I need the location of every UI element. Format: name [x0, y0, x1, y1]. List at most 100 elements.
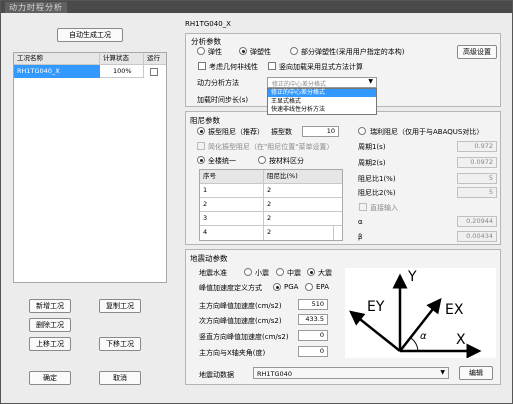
sub-accel-label: 次方向峰值加速度(cm/s2) [199, 317, 282, 325]
period1-label: 周期1(s) [358, 143, 386, 151]
ratio2-label: 阻尼比2(%) [358, 189, 396, 197]
level-label: 地震水准 [199, 269, 227, 277]
alpha-input[interactable]: 0.20944 [457, 216, 497, 227]
small-quake-label: 小震 [255, 269, 269, 277]
elastic-radio[interactable] [197, 47, 205, 55]
by-material-label: 按材料区分 [269, 157, 304, 165]
medium-quake-radio[interactable] [276, 268, 284, 276]
table-cell: 1 [200, 184, 264, 198]
geo-nonlinear-checkbox[interactable] [198, 62, 206, 70]
beta-input[interactable]: 0.00434 [457, 231, 497, 242]
col-header-ratio: 阻尼比(%) [264, 170, 342, 184]
table-cell[interactable]: 2 [264, 212, 342, 226]
table-cell[interactable]: 2 [264, 226, 334, 240]
advanced-settings-button[interactable]: 高级设置 [457, 45, 497, 59]
move-down-button[interactable]: 下移工况 [99, 337, 141, 351]
modal-damping-radio[interactable] [197, 127, 205, 135]
chevron-down-icon: ▼ [440, 369, 445, 376]
vert-accel-input[interactable]: 0 [298, 330, 328, 341]
by-material-radio[interactable] [258, 156, 266, 164]
small-quake-radio[interactable] [244, 268, 252, 276]
rayleigh-radio[interactable] [358, 127, 366, 135]
method-select[interactable]: 修正的中心差分格式 ▼ [267, 77, 377, 88]
damping-table: 序号 阻尼比(%) 1 2 2 2 3 2 4 2 [199, 169, 343, 241]
method-option[interactable]: 快速非线性分析方法 [268, 106, 376, 114]
seismic-data-select[interactable]: RH1TG040 ▼ [253, 367, 449, 379]
ok-button[interactable]: 确定 [29, 371, 71, 385]
simplified-damping-checkbox[interactable] [197, 142, 205, 150]
chevron-down-icon: ▼ [368, 78, 373, 85]
main-accel-label: 主方向峰值加速度(cm/s2) [199, 302, 282, 310]
method-select-value: 修正的中心差分格式 [272, 81, 327, 88]
table-cell: 3 [200, 212, 264, 226]
direct-input-checkbox[interactable] [359, 203, 367, 211]
geo-nonlinear-label: 考虑几何非线性 [209, 63, 258, 71]
ratio2-input[interactable]: 5 [457, 187, 497, 198]
modal-count-label: 振型数 [271, 128, 292, 136]
ratio1-label: 阻尼比1(%) [358, 175, 396, 183]
damping-title: 阻尼参数 [190, 116, 220, 125]
period2-input[interactable]: 0.0972 [457, 157, 497, 168]
large-quake-radio[interactable] [307, 268, 315, 276]
partial-elastoplastic-label: 部分弹塑性(采用用户指定的本构) [301, 48, 405, 56]
period1-input[interactable]: 0.972 [457, 141, 497, 152]
elastic-label: 弹性 [208, 48, 222, 56]
elastoplastic-label: 弹塑性 [250, 48, 271, 56]
delete-case-button[interactable]: 删除工况 [29, 318, 71, 332]
data-label: 地震动数据 [199, 371, 234, 379]
move-up-button[interactable]: 上移工况 [29, 337, 71, 351]
case-name-cell: RH1TG040_X [17, 67, 60, 75]
partial-elastoplastic-radio[interactable] [290, 47, 298, 55]
table-row[interactable]: RH1TG040_X [14, 65, 100, 78]
status-cell-wrap: 100% [100, 65, 144, 78]
pga-radio[interactable] [273, 283, 281, 291]
vert-accel-label: 竖直方向峰值加速度(cm/s2) [199, 333, 289, 341]
uniform-label: 全楼统一 [208, 157, 236, 165]
large-quake-label: 大震 [318, 269, 332, 277]
title-bar: 动力时程分析 [1, 1, 512, 13]
epa-radio[interactable] [305, 283, 313, 291]
pga-label: PGA [284, 283, 299, 291]
seismic-title: 地震动参数 [190, 254, 228, 263]
rayleigh-label: 瑞利阻尼（仅用于与ABAQUS对比） [370, 128, 484, 136]
alpha-angle-label: α [420, 331, 427, 342]
main-accel-input[interactable]: 510 [298, 299, 328, 310]
vertical-load-checkbox[interactable] [268, 62, 276, 70]
table-cell[interactable]: 2 [264, 184, 342, 198]
alpha-label: α [358, 218, 363, 226]
analysis-title: 分析参数 [191, 37, 221, 46]
status-cell: 100% [113, 67, 132, 75]
ratio1-input[interactable]: 5 [457, 173, 497, 184]
direction-diagram: Y EY EX X α [345, 268, 496, 358]
col-header-status: 计算状态 [100, 53, 144, 65]
modal-count-input[interactable]: 10 [302, 126, 339, 137]
elastoplastic-radio[interactable] [239, 47, 247, 55]
cancel-button[interactable]: 取消 [99, 371, 141, 385]
period2-label: 周期2(s) [358, 159, 386, 167]
step-label: 加载时间步长(s) [197, 96, 249, 104]
angle-input[interactable]: 0 [298, 346, 328, 357]
simplified-damping-label: 简化振型阻尼（在"阻尼位置"菜单设置） [208, 143, 334, 151]
peak-def-label: 峰值加速度定义方式 [199, 284, 262, 292]
sub-accel-input[interactable]: 433.5 [298, 314, 328, 325]
col-header-index: 序号 [200, 170, 264, 184]
method-option[interactable]: 修正的中心差分格式 [268, 89, 376, 97]
x-axis-label: X [456, 332, 466, 348]
method-dropdown-list: 修正的中心差分格式 王显式格式 快速非线性分析方法 [267, 88, 377, 115]
window-title: 动力时程分析 [5, 2, 67, 13]
seismic-data-value: RH1TG040 [257, 370, 292, 378]
method-option[interactable]: 王显式格式 [268, 98, 376, 106]
dialog-window: 动力时程分析 自动生成工况 工况名称 计算状态 运行 RH1TG040_X 10… [0, 0, 513, 404]
uniform-radio[interactable] [197, 156, 205, 164]
new-case-button[interactable]: 新增工况 [29, 299, 71, 313]
ex-axis-label: EX [445, 302, 464, 318]
auto-generate-button[interactable]: 自动生成工况 [57, 28, 123, 42]
ex-axis-arrow [399, 298, 442, 352]
edit-button[interactable]: 编辑 [459, 366, 493, 380]
alpha-arc [410, 337, 419, 352]
table-cell[interactable]: 2 [264, 198, 342, 212]
case-name-label: RH1TG040_X [185, 20, 231, 28]
angle-label: 主方向与X轴夹角(度) [199, 349, 266, 357]
run-checkbox[interactable] [150, 68, 158, 76]
copy-case-button[interactable]: 复制工况 [99, 299, 141, 313]
